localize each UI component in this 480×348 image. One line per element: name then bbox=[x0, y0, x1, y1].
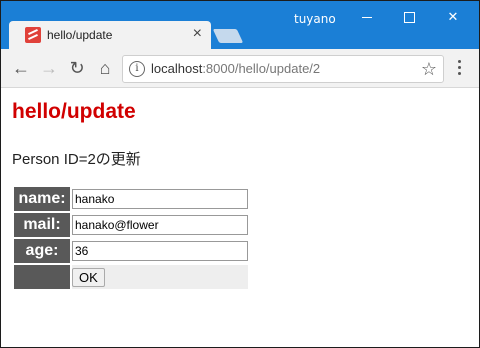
url-path: :8000/hello/update/2 bbox=[202, 61, 321, 76]
age-input[interactable] bbox=[72, 241, 248, 261]
address-bar[interactable]: i localhost:8000/hello/update/2 ☆ bbox=[122, 55, 444, 83]
ok-button[interactable]: OK bbox=[72, 267, 105, 287]
url-host: localhost bbox=[151, 61, 203, 76]
maximize-icon bbox=[403, 11, 415, 23]
form-row-name: name: bbox=[14, 187, 248, 211]
page-heading: hello/update bbox=[12, 100, 136, 123]
mail-input[interactable] bbox=[72, 215, 248, 235]
reload-icon[interactable]: ↻ bbox=[67, 58, 87, 78]
title-bar: tuyano ✕ hello/update × bbox=[1, 1, 479, 49]
home-icon[interactable]: ⌂ bbox=[95, 58, 115, 78]
update-form: name: mail: age: OK bbox=[12, 185, 250, 291]
browser-tab[interactable]: hello/update × bbox=[9, 21, 211, 49]
back-arrow-icon[interactable]: ← bbox=[11, 58, 31, 78]
info-icon[interactable]: i bbox=[129, 61, 145, 77]
form-row-age: age: bbox=[14, 239, 248, 263]
age-label: age: bbox=[14, 239, 70, 263]
window-user-name: tuyano bbox=[294, 12, 336, 26]
mail-label: mail: bbox=[14, 213, 70, 237]
page-subtitle: Person ID=2の更新 bbox=[12, 151, 141, 168]
tab-close-icon[interactable]: × bbox=[193, 25, 202, 43]
close-icon: ✕ bbox=[447, 9, 459, 24]
form-row-submit: OK bbox=[14, 265, 248, 289]
favicon-icon bbox=[25, 27, 41, 43]
tab-title: hello/update bbox=[47, 28, 113, 42]
page-content: hello/update Person ID=2の更新 name: mail: … bbox=[1, 88, 479, 347]
submit-row-label-cell bbox=[14, 265, 70, 289]
new-tab-button[interactable] bbox=[212, 29, 244, 43]
minimize-icon bbox=[362, 16, 372, 18]
url-text[interactable]: localhost:8000/hello/update/2 bbox=[151, 61, 320, 76]
browser-toolbar: ← → ↻ ⌂ i localhost:8000/hello/update/2 … bbox=[1, 49, 479, 88]
form-row-mail: mail: bbox=[14, 213, 248, 237]
browser-window: tuyano ✕ hello/update × ← → ↻ ⌂ i localh… bbox=[0, 0, 480, 348]
minimize-button[interactable] bbox=[345, 1, 389, 33]
close-window-button[interactable]: ✕ bbox=[431, 1, 475, 33]
name-input[interactable] bbox=[72, 189, 248, 209]
bookmark-star-icon[interactable]: ☆ bbox=[421, 59, 437, 80]
menu-dots-icon[interactable] bbox=[452, 57, 466, 79]
maximize-button[interactable] bbox=[387, 1, 431, 33]
name-label: name: bbox=[14, 187, 70, 211]
forward-arrow-icon[interactable]: → bbox=[39, 58, 59, 78]
